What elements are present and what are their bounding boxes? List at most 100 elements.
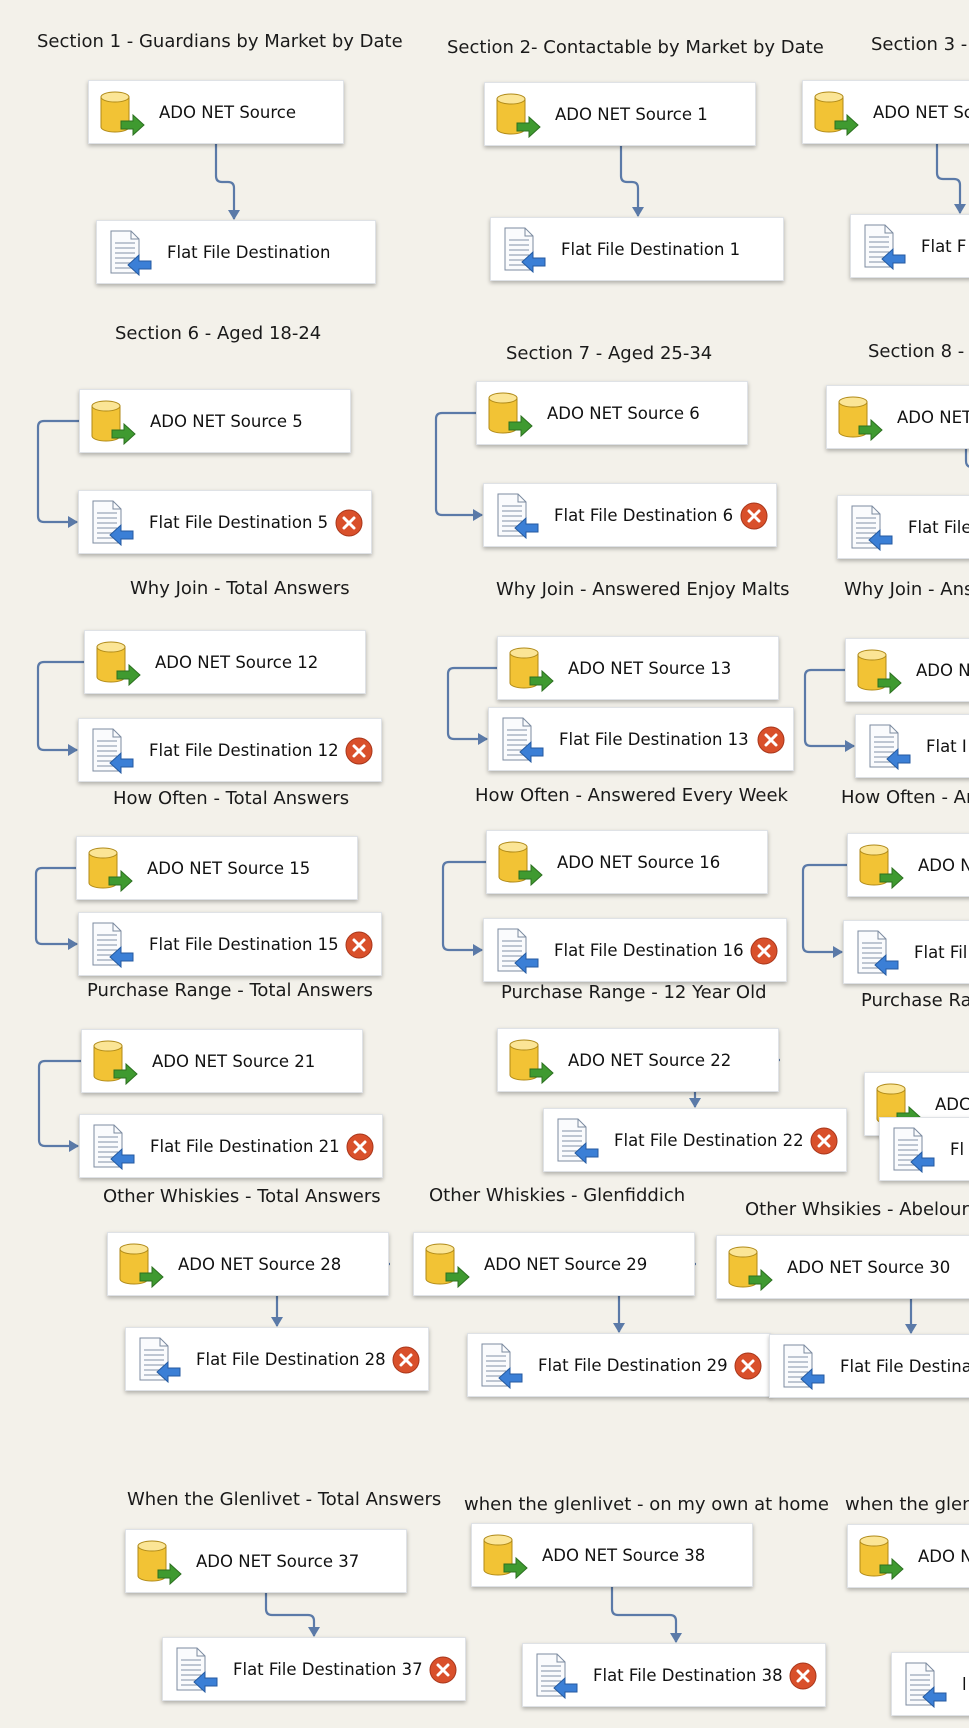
flat-file-destination-icon bbox=[481, 1343, 523, 1390]
ado-net-source-component[interactable]: ADO NET Source 37 bbox=[125, 1529, 407, 1593]
connector-path[interactable] bbox=[619, 146, 640, 216]
database-source-icon bbox=[859, 844, 904, 890]
ado-net-source-component[interactable]: ADO NET Source 1 bbox=[484, 82, 756, 146]
error-icon[interactable] bbox=[750, 937, 778, 965]
component-label: Fl bbox=[950, 1140, 965, 1159]
connector-arrow bbox=[308, 1627, 320, 1637]
connector-arrow bbox=[68, 938, 78, 950]
flat-file-destination-component[interactable]: Flat File bbox=[837, 495, 969, 559]
ado-net-source-component[interactable]: ADO NET Source bbox=[88, 80, 344, 144]
connector-path[interactable] bbox=[36, 419, 79, 524]
ado-net-source-component[interactable]: ADO NET Source 38 bbox=[471, 1523, 753, 1587]
database-source-icon bbox=[137, 1540, 182, 1586]
flat-file-destination-component[interactable]: Flat Fil bbox=[843, 920, 969, 984]
design-surface[interactable]: Section 1 - Guardians by Market by Date A… bbox=[0, 0, 969, 1728]
flat-file-destination-component[interactable]: Flat File Destination 22 bbox=[543, 1108, 847, 1172]
connector-arrow bbox=[632, 207, 644, 217]
database-source-icon bbox=[498, 841, 543, 887]
flat-file-destination-icon bbox=[110, 230, 152, 277]
component-label: Flat File bbox=[908, 518, 969, 537]
component-label: ADO N bbox=[918, 1547, 969, 1566]
flat-file-destination-component[interactable]: Flat File Destination bbox=[96, 220, 376, 284]
flat-file-destination-icon bbox=[93, 1124, 135, 1171]
flat-file-destination-component[interactable]: Flat File Destination 37 bbox=[162, 1637, 466, 1701]
ado-net-source-component[interactable]: ADO NET Source 6 bbox=[476, 381, 748, 445]
ado-net-source-component[interactable]: ADO N bbox=[845, 638, 969, 702]
error-icon[interactable] bbox=[345, 931, 373, 959]
component-label: Flat File Destination 15 bbox=[149, 935, 339, 954]
database-source-icon bbox=[96, 641, 141, 687]
connector-arrow bbox=[613, 1323, 625, 1333]
connector-path[interactable] bbox=[610, 1587, 678, 1642]
connector-path[interactable] bbox=[34, 866, 77, 946]
flat-file-destination-component[interactable]: Flat File Destination 28 bbox=[125, 1327, 429, 1391]
ado-net-source-component[interactable]: ADO NET Source 30 bbox=[716, 1235, 969, 1299]
error-icon[interactable] bbox=[740, 502, 768, 530]
error-icon[interactable] bbox=[810, 1127, 838, 1155]
flat-file-destination-component[interactable]: l bbox=[891, 1652, 969, 1716]
ado-net-source-component[interactable]: ADO N bbox=[847, 833, 969, 897]
section-title: Purchase Ran bbox=[861, 990, 969, 1011]
connector-arrow bbox=[670, 1633, 682, 1643]
component-label: ADO NET Source 30 bbox=[787, 1258, 951, 1277]
component-label: Flat File Destination 13 bbox=[559, 730, 749, 749]
ado-net-source-component[interactable]: ADO NET Source 28 bbox=[107, 1232, 389, 1296]
flat-file-destination-icon bbox=[857, 930, 899, 977]
flat-file-destination-icon bbox=[92, 500, 134, 547]
ado-net-source-component[interactable]: ADO NET Source 15 bbox=[76, 836, 358, 900]
flat-file-destination-component[interactable]: Flat File Destination 6 bbox=[483, 483, 777, 547]
section-title: Section 1 - Guardians by Market by Date bbox=[37, 31, 403, 52]
database-source-icon bbox=[488, 392, 533, 438]
flat-file-destination-component[interactable]: Flat F bbox=[850, 214, 969, 278]
ado-net-source-component[interactable]: ADO NET Source 21 bbox=[81, 1029, 363, 1093]
component-label: Flat File Destination 21 bbox=[150, 1137, 340, 1156]
connector-path[interactable] bbox=[214, 144, 236, 219]
error-icon[interactable] bbox=[345, 737, 373, 765]
section-title: Purchase Range - 12 Year Old bbox=[501, 982, 767, 1003]
connector-path[interactable] bbox=[801, 863, 847, 954]
section-title: Section 2- Contactable by Market by Date bbox=[447, 37, 824, 58]
database-source-icon bbox=[100, 91, 145, 137]
flat-file-destination-icon bbox=[92, 728, 134, 775]
component-label: ADO NET Source 28 bbox=[178, 1255, 342, 1274]
error-icon[interactable] bbox=[757, 726, 785, 754]
database-source-icon bbox=[93, 1040, 138, 1086]
component-label: Flat File Destination 22 bbox=[614, 1131, 804, 1150]
error-icon[interactable] bbox=[429, 1656, 457, 1684]
ado-net-source-component[interactable]: ADO NET Source 5 bbox=[79, 389, 351, 453]
ado-net-source-component[interactable]: ADO NET Source 13 bbox=[497, 636, 779, 700]
error-icon[interactable] bbox=[346, 1133, 374, 1161]
flat-file-destination-component[interactable]: Fl bbox=[879, 1117, 969, 1181]
ado-net-source-component[interactable]: ADO NET Source 29 bbox=[413, 1232, 695, 1296]
flat-file-destination-component[interactable]: Flat File Destination 16 bbox=[483, 918, 787, 982]
flat-file-destination-icon bbox=[176, 1647, 218, 1694]
ado-net-source-component[interactable]: ADO NET Source 16 bbox=[486, 830, 768, 894]
ado-net-source-component[interactable]: ADO N bbox=[847, 1524, 969, 1588]
flat-file-destination-component[interactable]: Flat File Destination 5 bbox=[78, 490, 372, 554]
error-icon[interactable] bbox=[734, 1352, 762, 1380]
ado-net-source-component[interactable]: ADO NET bbox=[826, 385, 969, 449]
flat-file-destination-component[interactable]: Flat File Destination 13 bbox=[488, 707, 794, 771]
flat-file-destination-component[interactable]: Flat File Destinati bbox=[769, 1334, 969, 1398]
connector-path[interactable] bbox=[935, 144, 962, 213]
ado-net-source-component[interactable]: ADO NET Source 22 bbox=[497, 1028, 779, 1092]
flat-file-destination-component[interactable]: Flat File Destination 21 bbox=[79, 1114, 383, 1178]
database-source-icon bbox=[857, 649, 902, 695]
flat-file-destination-component[interactable]: Flat I bbox=[855, 714, 969, 778]
connector-arrow bbox=[68, 744, 78, 756]
flat-file-destination-component[interactable]: Flat File Destination 15 bbox=[78, 912, 382, 976]
ado-net-source-component[interactable]: ADO NET Sc bbox=[802, 80, 969, 144]
error-icon[interactable] bbox=[392, 1346, 420, 1374]
ado-net-source-component[interactable]: ADO NET Source 12 bbox=[84, 630, 366, 694]
flat-file-destination-icon bbox=[92, 922, 134, 969]
flat-file-destination-component[interactable]: Flat File Destination 12 bbox=[78, 718, 382, 782]
connector-path[interactable] bbox=[37, 1059, 81, 1148]
error-icon[interactable] bbox=[335, 509, 363, 537]
flat-file-destination-component[interactable]: Flat File Destination 1 bbox=[490, 217, 784, 281]
flat-file-destination-component[interactable]: Flat File Destination 38 bbox=[522, 1643, 826, 1707]
connector-path[interactable] bbox=[441, 860, 486, 952]
component-label: Flat File Destination 1 bbox=[561, 240, 741, 259]
connector-path[interactable] bbox=[264, 1593, 316, 1636]
flat-file-destination-component[interactable]: Flat File Destination 29 bbox=[467, 1333, 771, 1397]
error-icon[interactable] bbox=[789, 1662, 817, 1690]
